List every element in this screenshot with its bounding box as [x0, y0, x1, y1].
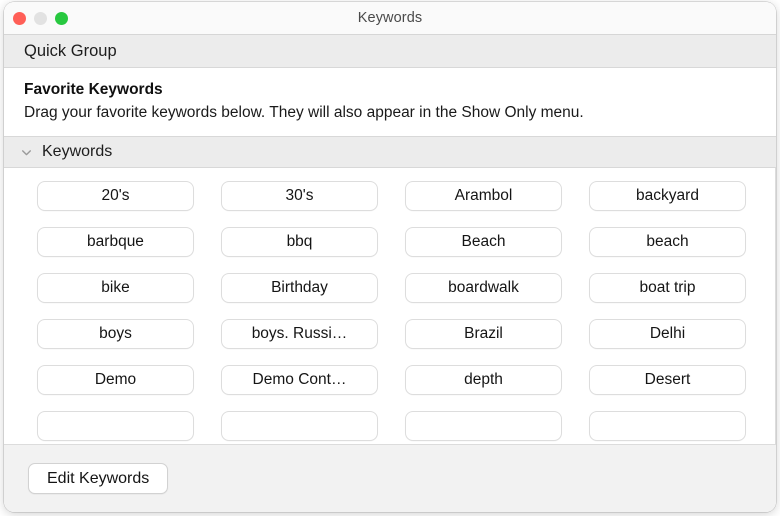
keyword-chip[interactable]: bbq	[221, 227, 378, 257]
keyword-chip[interactable]: boys	[37, 319, 194, 349]
keywords-section-label: Keywords	[42, 143, 112, 161]
edit-keywords-button[interactable]: Edit Keywords	[28, 463, 168, 494]
keyword-chip[interactable]: Brazil	[405, 319, 562, 349]
keyword-chip[interactable]: Demo	[37, 365, 194, 395]
window-title: Keywords	[4, 10, 776, 26]
keywords-scroll-area[interactable]: 20's 30's Arambol backyard barbque bbq B…	[4, 168, 776, 444]
keyword-chip[interactable]: 30's	[221, 181, 378, 211]
favorite-keywords-title: Favorite Keywords	[24, 79, 748, 100]
keyword-chip[interactable]: boat trip	[589, 273, 746, 303]
window-titlebar[interactable]: Keywords	[4, 2, 776, 35]
quick-group-label: Quick Group	[24, 42, 117, 61]
keyword-chip[interactable]	[221, 411, 378, 441]
keyword-chip[interactable]: Delhi	[589, 319, 746, 349]
keywords-window: Keywords Quick Group Favorite Keywords D…	[4, 2, 776, 512]
favorite-keywords-description: Drag your favorite keywords below. They …	[24, 101, 714, 124]
zoom-window-button[interactable]	[55, 12, 68, 25]
keyword-chip[interactable]: Desert	[589, 365, 746, 395]
keyword-chip[interactable]: backyard	[589, 181, 746, 211]
keyword-chip[interactable]: boardwalk	[405, 273, 562, 303]
traffic-light-group	[4, 12, 68, 25]
quick-group-bar[interactable]: Quick Group	[4, 35, 776, 68]
keyword-chip[interactable]: bike	[37, 273, 194, 303]
keyword-chip[interactable]: beach	[589, 227, 746, 257]
keyword-chip-grid: 20's 30's Arambol backyard barbque bbq B…	[4, 168, 775, 441]
keyword-chip[interactable]: Arambol	[405, 181, 562, 211]
keyword-chip[interactable]: boys. Russi…	[221, 319, 378, 349]
keyword-chip[interactable]	[37, 411, 194, 441]
minimize-window-button[interactable]	[34, 12, 47, 25]
keyword-chip[interactable]	[589, 411, 746, 441]
keyword-chip[interactable]: Birthday	[221, 273, 378, 303]
favorite-keywords-section: Favorite Keywords Drag your favorite key…	[4, 68, 776, 136]
keyword-chip[interactable]: depth	[405, 365, 562, 395]
keyword-chip[interactable]: Beach	[405, 227, 562, 257]
keyword-chip[interactable]	[405, 411, 562, 441]
keywords-section-header[interactable]: Keywords	[4, 136, 776, 168]
close-window-button[interactable]	[13, 12, 26, 25]
keyword-chip[interactable]: 20's	[37, 181, 194, 211]
chevron-down-icon[interactable]	[20, 146, 33, 159]
window-footer: Edit Keywords	[4, 444, 776, 512]
keyword-chip[interactable]: Demo Cont…	[221, 365, 378, 395]
keyword-chip[interactable]: barbque	[37, 227, 194, 257]
